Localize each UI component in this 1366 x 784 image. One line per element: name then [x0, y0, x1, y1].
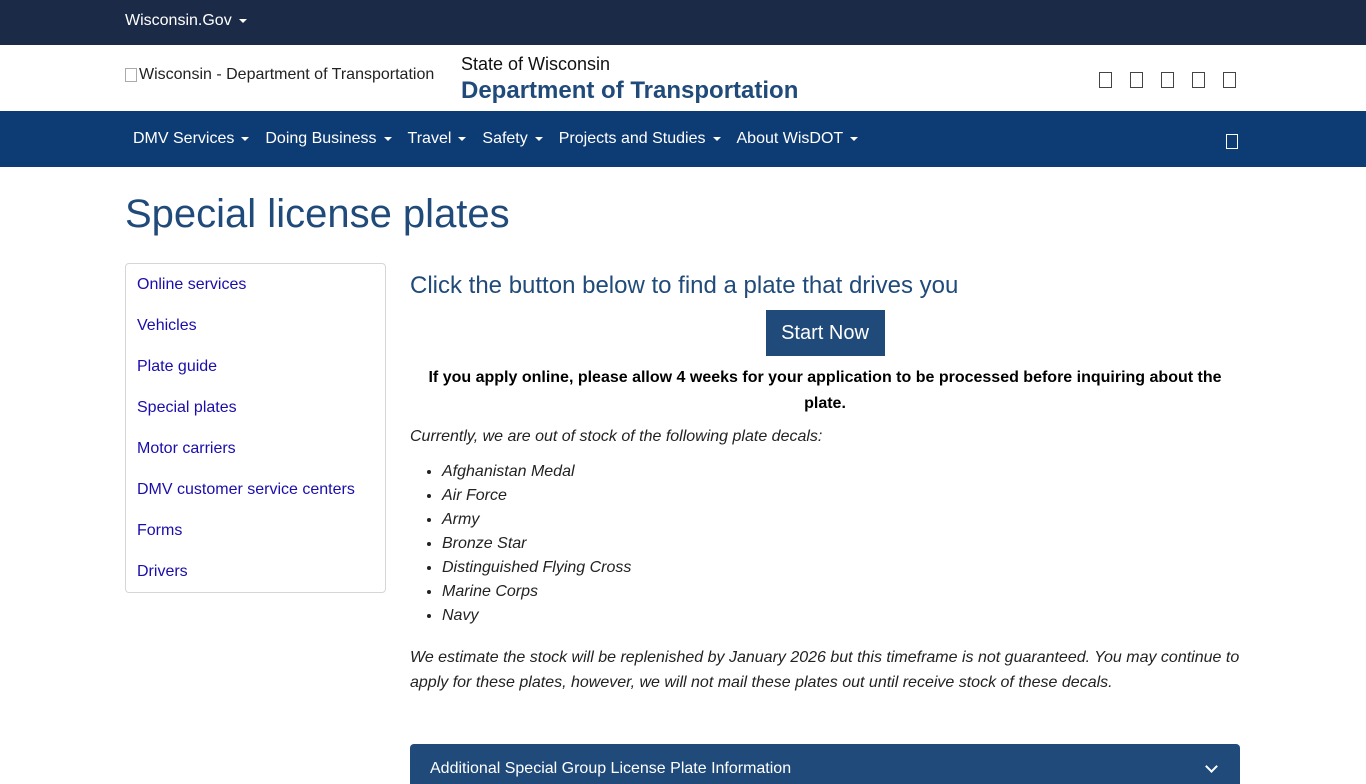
- nav-item-safety[interactable]: Safety: [474, 130, 550, 148]
- search-icon[interactable]: [1226, 134, 1238, 149]
- accordion-title: Additional Special Group License Plate I…: [430, 760, 792, 777]
- list-item: Distinguished Flying Cross: [442, 556, 1240, 580]
- list-item: Navy: [442, 604, 1240, 628]
- caret-down-icon: [241, 136, 250, 141]
- chevron-down-icon: [1205, 760, 1218, 773]
- nav-item-travel[interactable]: Travel: [400, 130, 475, 148]
- facebook-icon[interactable]: [1099, 72, 1112, 88]
- sidebar-nav: Online services Vehicles Plate guide Spe…: [125, 263, 386, 593]
- list-item: Marine Corps: [442, 580, 1240, 604]
- list-item: Bronze Star: [442, 532, 1240, 556]
- restock-estimate: We estimate the stock will be replenishe…: [410, 649, 1240, 691]
- logo-alt-text: Wisconsin - Department of Transportation: [139, 66, 435, 83]
- start-now-button[interactable]: Start Now: [765, 310, 885, 356]
- email-icon[interactable]: [1223, 72, 1236, 88]
- section-heading: Click the button below to find a plate t…: [410, 272, 959, 299]
- social-links: [1099, 72, 1236, 88]
- sidebar-item-drivers[interactable]: Drivers: [126, 561, 385, 602]
- out-of-stock-intro: Currently, we are out of stock of the fo…: [410, 428, 823, 445]
- broken-image-icon: [125, 68, 137, 82]
- list-item: Air Force: [442, 484, 1240, 508]
- caret-down-icon: [458, 136, 467, 141]
- nav-item-label: DMV Services: [133, 130, 235, 147]
- list-item: Afghanistan Medal: [442, 460, 1240, 484]
- nav-item-projects-and-studies[interactable]: Projects and Studies: [551, 130, 729, 148]
- nav-item-label: Projects and Studies: [558, 130, 706, 147]
- caret-down-icon: [383, 136, 392, 141]
- processing-notice: If you apply online, please allow 4 week…: [428, 369, 1222, 412]
- additional-info-accordion[interactable]: Additional Special Group License Plate I…: [410, 744, 1240, 784]
- twitter-icon[interactable]: [1130, 72, 1143, 88]
- caret-down-icon: [712, 136, 721, 141]
- sidebar-item-plate-guide[interactable]: Plate guide: [126, 356, 385, 397]
- top-utility-bar: Wisconsin.Gov: [0, 0, 1366, 45]
- nav-item-label: About WisDOT: [736, 130, 844, 147]
- sidebar-item-dmv-customer-service-centers[interactable]: DMV customer service centers: [126, 479, 385, 520]
- nav-item-doing-business[interactable]: Doing Business: [257, 130, 399, 148]
- list-item: Army: [442, 508, 1240, 532]
- sidebar-item-online-services[interactable]: Online services: [126, 274, 385, 315]
- wisdot-logo[interactable]: Wisconsin - Department of Transportation: [125, 66, 434, 84]
- state-name: State of Wisconsin: [461, 54, 611, 74]
- sidebar-item-vehicles[interactable]: Vehicles: [126, 315, 385, 356]
- wisconsin-gov-menu[interactable]: Wisconsin.Gov: [125, 12, 247, 30]
- wisconsin-gov-label: Wisconsin.Gov: [125, 12, 232, 29]
- instagram-icon[interactable]: [1192, 72, 1205, 88]
- decal-list: Afghanistan Medal Air Force Army Bronze …: [410, 460, 1240, 628]
- sidebar-item-motor-carriers[interactable]: Motor carriers: [126, 438, 385, 479]
- site-header: Wisconsin - Department of Transportation…: [0, 45, 1366, 111]
- department-name[interactable]: Department of Transportation: [461, 77, 798, 105]
- nav-item-label: Doing Business: [265, 130, 377, 147]
- nav-item-dmv-services[interactable]: DMV Services: [125, 130, 257, 148]
- main-content: Click the button below to find a plate t…: [410, 272, 1240, 695]
- nav-item-label: Travel: [407, 130, 452, 147]
- nav-item-about-wisdot[interactable]: About WisDOT: [729, 130, 867, 148]
- caret-down-icon: [850, 136, 859, 141]
- sidebar-item-special-plates[interactable]: Special plates: [126, 397, 385, 438]
- page-title: Special license plates: [125, 192, 510, 236]
- main-navigation: DMV Services Doing Business Travel Safet…: [0, 111, 1366, 167]
- nav-item-label: Safety: [482, 130, 528, 147]
- caret-down-icon: [238, 18, 247, 23]
- caret-down-icon: [534, 136, 543, 141]
- sidebar-item-forms[interactable]: Forms: [126, 520, 385, 561]
- youtube-icon[interactable]: [1161, 72, 1174, 88]
